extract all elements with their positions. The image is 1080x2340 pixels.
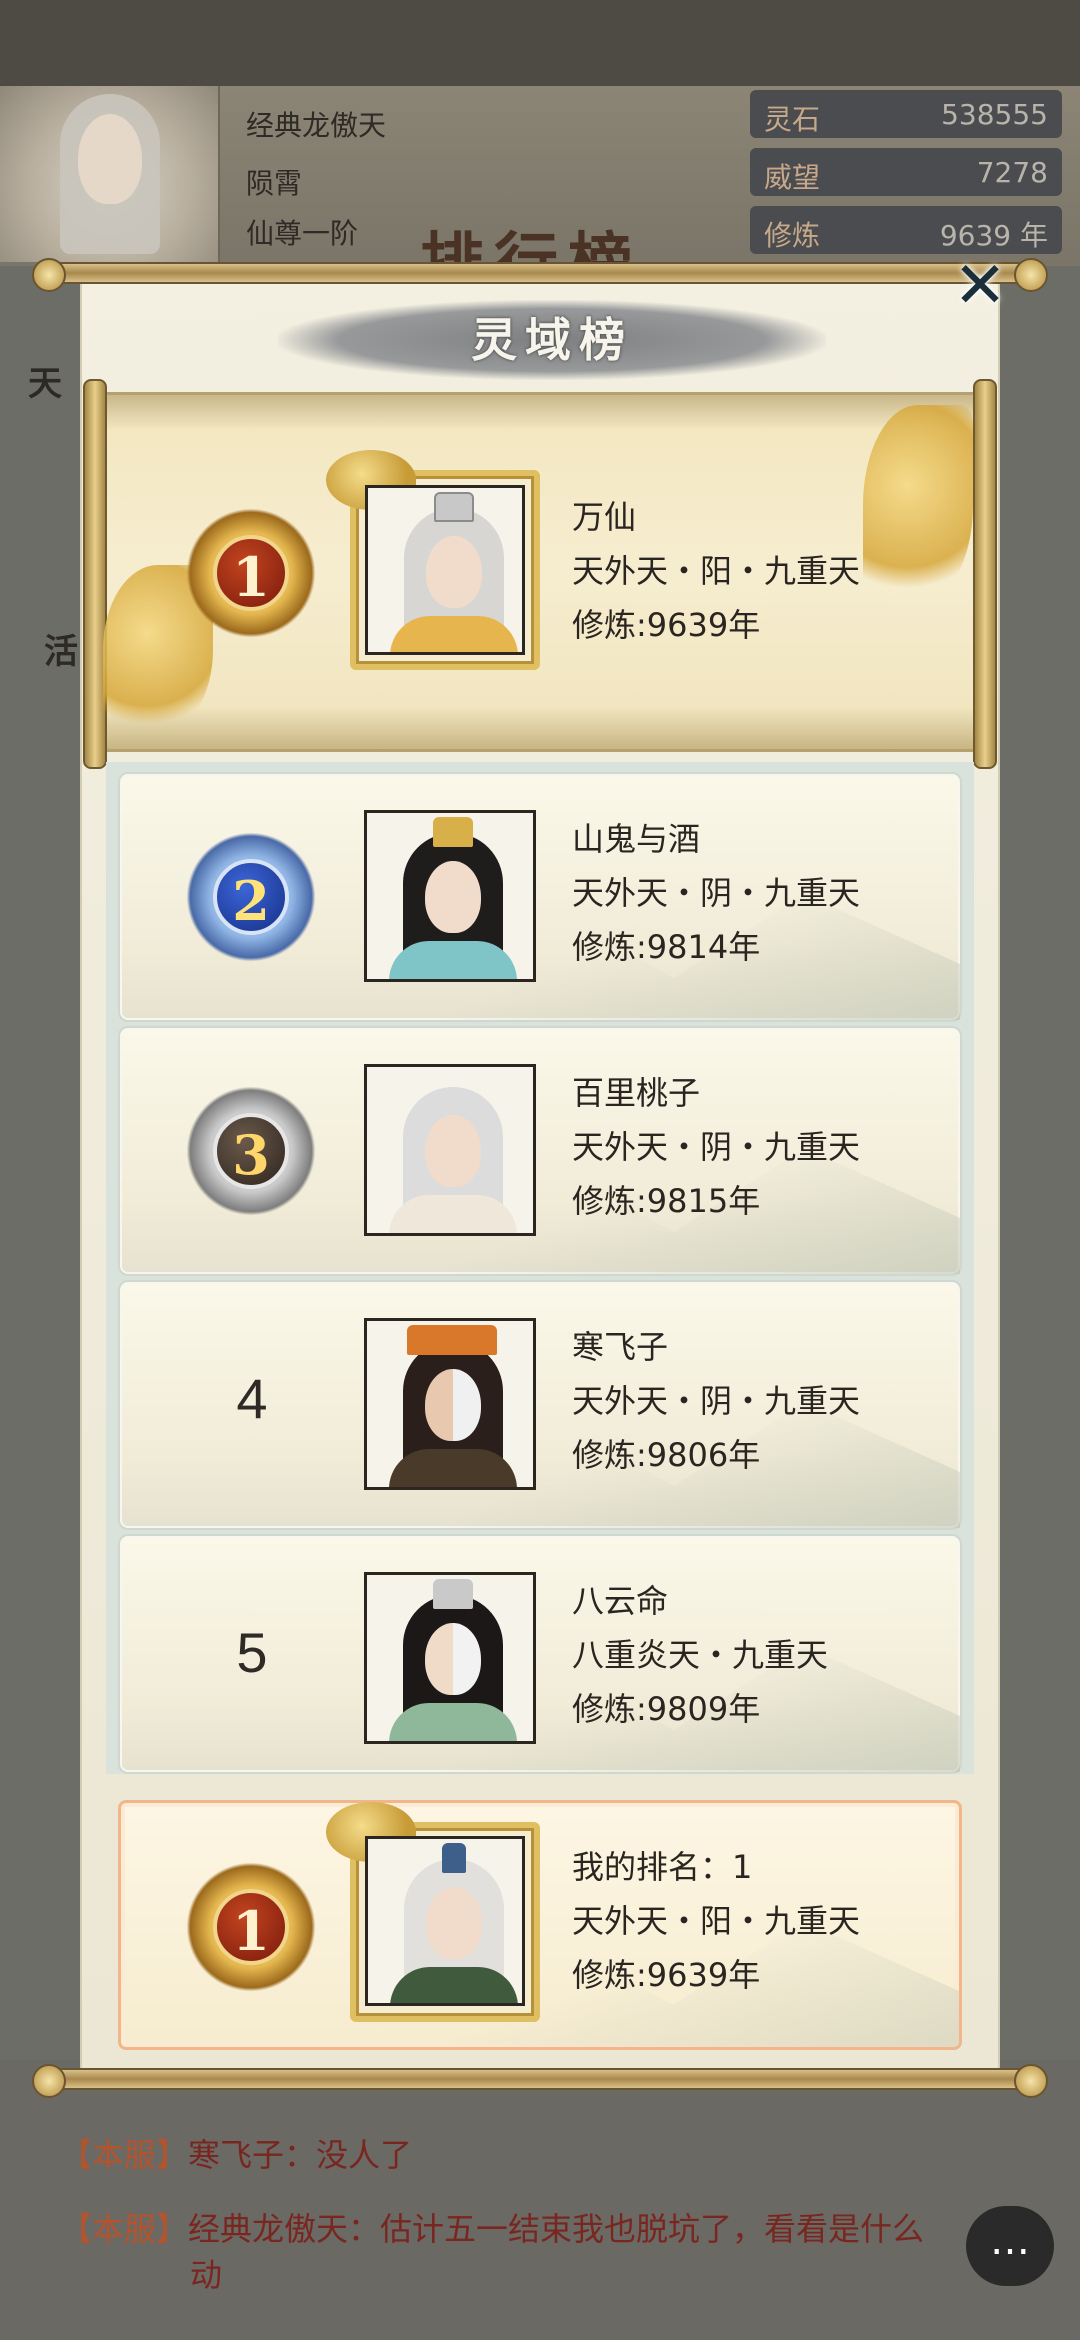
player-realm: 天外天・阴・九重天 (572, 874, 861, 912)
rank-number: 1 (213, 1889, 289, 1965)
player-cultivation: 修炼:9814年 (572, 928, 761, 966)
rank-badge-silver: 3 (186, 1086, 316, 1216)
stat-value: 7278 (976, 156, 1048, 189)
player-title: 陨霄 (246, 167, 303, 200)
entry-info: 八云命 八重炎天・九重天 修炼:9809年 (572, 1574, 828, 1736)
status-bar-area (0, 0, 1080, 88)
background-side-label: 天 (28, 364, 62, 404)
stat-label: 修炼 (764, 219, 821, 252)
my-rank-label: 我的排名：1 (572, 1848, 753, 1886)
player-name: 八云命 (572, 1582, 669, 1620)
rank-badge-blue: 2 (186, 832, 316, 962)
stat-label: 灵石 (764, 103, 821, 136)
player-cultivation: 修炼:9639年 (572, 606, 761, 644)
stat-prestige: 威望 7278 (750, 148, 1062, 196)
portrait-face (426, 1887, 482, 1959)
entry-info: 万仙 天外天・阳・九重天 修炼:9639年 (572, 490, 860, 652)
portrait-robe (389, 1195, 517, 1233)
portrait-face (425, 1115, 481, 1187)
portrait-face (425, 1369, 481, 1441)
rank-number: 4 (236, 1367, 268, 1430)
player-name: 山鬼与酒 (572, 820, 701, 858)
my-rank-info: 我的排名：1 天外天・阳・九重天 修炼:9639年 (572, 1840, 860, 2002)
player-cultivation: 修炼:9815年 (572, 1182, 761, 1220)
player-cultivation: 修炼:9806年 (572, 1436, 761, 1474)
portrait-robe (390, 616, 518, 652)
rank-badge-gold: 1 (186, 508, 316, 638)
scroll-rod-right (973, 379, 997, 769)
player-portrait[interactable] (364, 1318, 536, 1490)
portrait-face (425, 861, 481, 933)
player-name: 寒飞子 (572, 1328, 669, 1366)
portrait-headdress (433, 1579, 473, 1609)
my-realm: 天外天・阳・九重天 (572, 1902, 861, 1940)
portrait-headdress (433, 817, 473, 847)
portrait-armor (389, 1449, 517, 1487)
stat-value: 9639 年 (939, 219, 1048, 252)
rank-number: 5 (236, 1621, 268, 1684)
background-side-label: 活 (44, 632, 78, 672)
rank-number: 1 (213, 535, 289, 611)
chat-text: 寒飞子：没人了 (188, 2136, 413, 2174)
scroll-bottom-roller (32, 2064, 1048, 2098)
entry-info: 山鬼与酒 天外天・阴・九重天 修炼:9814年 (572, 812, 860, 974)
chat-text-continued: 动 (190, 2250, 222, 2296)
portrait-headdress (434, 492, 474, 522)
player-rank-title: 仙尊一阶 (246, 217, 359, 250)
entry-info: 百里桃子 天外天・阴・九重天 修炼:9815年 (572, 1066, 860, 1228)
player-name: 经典龙傲天 (246, 109, 387, 142)
portrait-headdress (407, 1325, 497, 1355)
chat-channel-tag: 【本服】 (60, 2210, 189, 2248)
player-name: 万仙 (572, 498, 637, 536)
chat-message[interactable]: 【本服】经典龙傲天：估计五一结束我也脱坑了，看看是什么 (60, 2204, 960, 2250)
player-realm: 天外天・阴・九重天 (572, 1382, 861, 1420)
chat-message[interactable]: 【本服】寒飞子：没人了 (60, 2130, 412, 2176)
avatar-face (78, 114, 142, 204)
dialog-title: 灵域榜 (471, 313, 633, 367)
chat-text: 动 (190, 2256, 223, 2294)
player-cultivation: 修炼:9809年 (572, 1690, 761, 1728)
player-portrait[interactable] (364, 1064, 536, 1236)
portrait-face (426, 536, 482, 608)
stat-value: 538555 (941, 98, 1048, 131)
portrait-robe (390, 1967, 518, 2003)
scroll-top-roller (32, 258, 1048, 292)
chat-text: 经典龙傲天：估计五一结束我也脱坑了，看看是什么 (188, 2210, 925, 2248)
entry-info: 寒飞子 天外天・阴・九重天 修炼:9806年 (572, 1320, 860, 1482)
stat-spirit-stone: 灵石 538555 (750, 90, 1062, 138)
my-portrait[interactable] (365, 1836, 525, 2006)
chat-area (0, 2060, 1080, 2340)
portrait-robe (389, 941, 517, 979)
phoenix-ornament-right (863, 405, 973, 605)
portrait-face (425, 1623, 481, 1695)
player-portrait[interactable] (365, 485, 525, 655)
player-name: 百里桃子 (572, 1074, 701, 1112)
player-portrait[interactable] (364, 1572, 536, 1744)
my-cultivation: 修炼:9639年 (572, 1956, 761, 1994)
player-realm: 八重炎天・九重天 (572, 1636, 829, 1674)
player-avatar[interactable] (0, 86, 220, 262)
rank-number: 2 (213, 859, 289, 935)
portrait-robe (389, 1703, 517, 1741)
chat-button[interactable]: … (966, 2206, 1054, 2286)
stat-cultivation: 修炼 9639 年 (750, 206, 1062, 254)
player-portrait[interactable] (364, 810, 536, 982)
player-realm: 天外天・阳・九重天 (572, 552, 861, 590)
stat-label: 威望 (764, 161, 821, 194)
player-realm: 天外天・阴・九重天 (572, 1128, 861, 1166)
portrait-headdress (442, 1843, 466, 1873)
rank-badge-gold: 1 (186, 1862, 316, 1992)
close-button[interactable]: ✕ (950, 254, 1010, 318)
chat-channel-tag: 【本服】 (60, 2136, 189, 2174)
rank-number: 3 (213, 1113, 289, 1189)
